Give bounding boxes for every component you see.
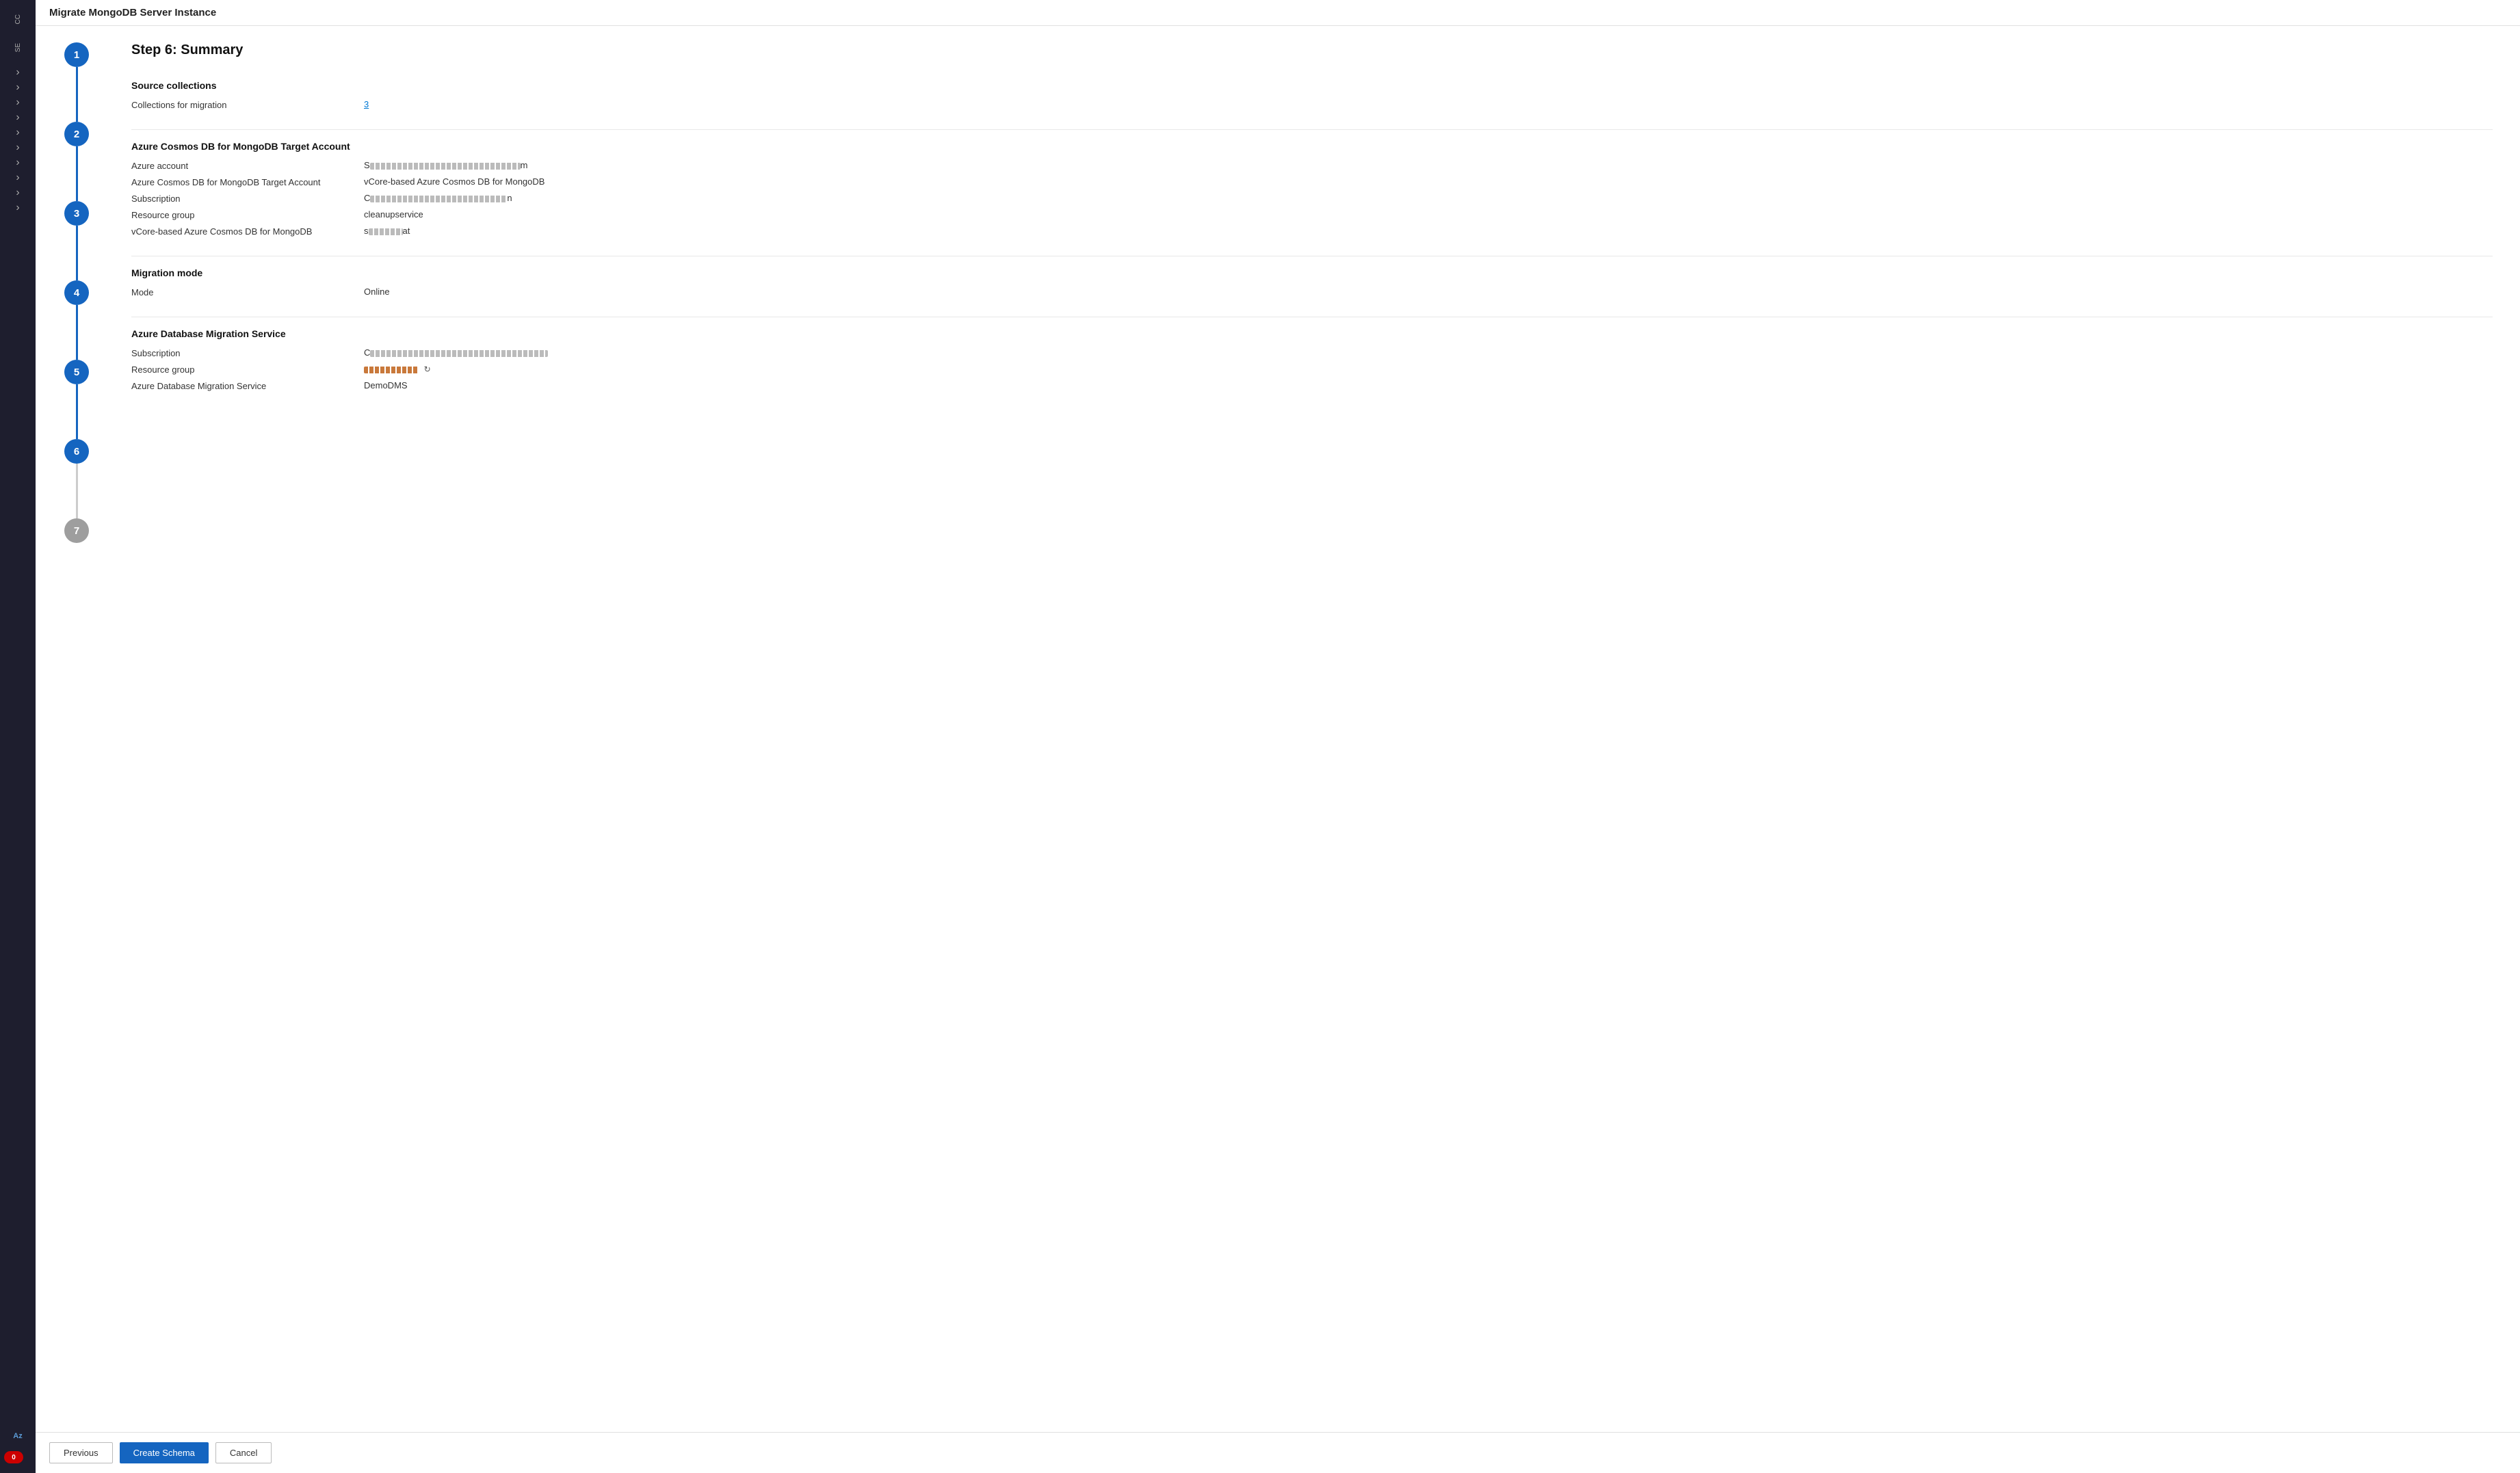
expand-arrow-10[interactable]: › (4, 201, 31, 215)
step-3: 3 (64, 201, 89, 280)
sidebar-icon-cc[interactable]: CC (4, 5, 31, 33)
dms-service-value: DemoDMS (364, 380, 408, 390)
dms-service-row: Azure Database Migration Service DemoDMS (131, 380, 2493, 391)
dms-service-label: Azure Database Migration Service (131, 380, 364, 391)
migration-mode-section: Migration mode Mode Online (131, 267, 2493, 297)
action-bar: Previous Create Schema Cancel (36, 1432, 2520, 1473)
cancel-button[interactable]: Cancel (215, 1442, 272, 1463)
cosmos-target-account-row: Azure Cosmos DB for MongoDB Target Accou… (131, 176, 2493, 187)
stepper: 1 2 3 4 (36, 42, 118, 1416)
source-collections-heading: Source collections (131, 80, 2493, 91)
dms-resource-group-value: ↻ (364, 364, 431, 374)
step-circle-1: 1 (64, 42, 89, 67)
resource-group-label: Resource group (131, 209, 364, 220)
expand-arrow-6[interactable]: › (4, 141, 31, 155)
step-circle-7: 7 (64, 518, 89, 543)
step-line-6-7 (76, 464, 78, 518)
app-container: CC SE › › › › › › › › › › Az 0 Migrate M… (0, 0, 2520, 1473)
dms-subscription-row: Subscription C (131, 347, 2493, 358)
expand-arrow-2[interactable]: › (4, 81, 31, 94)
mode-row: Mode Online (131, 287, 2493, 297)
step-circle-6: 6 (64, 439, 89, 464)
azure-account-label: Azure account (131, 160, 364, 171)
cosmos-target-account-label: Azure Cosmos DB for MongoDB Target Accou… (131, 176, 364, 187)
azure-dms-section: Azure Database Migration Service Subscri… (131, 328, 2493, 391)
step-7: 7 (64, 518, 89, 543)
sidebar-icon-se[interactable]: SE (4, 34, 31, 62)
step-line-3-4 (76, 226, 78, 280)
step-circle-5: 5 (64, 360, 89, 384)
expand-arrow-3[interactable]: › (4, 96, 31, 109)
cosmos-target-account-value: vCore-based Azure Cosmos DB for MongoDB (364, 176, 544, 187)
subscription-row: Subscription Cn (131, 193, 2493, 204)
dms-subscription-value: C (364, 347, 548, 358)
step-line-5-6 (76, 384, 78, 439)
azure-dms-heading: Azure Database Migration Service (131, 328, 2493, 339)
step-line-2-3 (76, 146, 78, 201)
step-circle-4: 4 (64, 280, 89, 305)
dms-resource-group-row: Resource group ↻ (131, 364, 2493, 375)
expand-arrow-4[interactable]: › (4, 111, 31, 124)
collections-for-migration-row: Collections for migration 3 (131, 99, 2493, 110)
vcore-cosmos-label: vCore-based Azure Cosmos DB for MongoDB (131, 226, 364, 237)
expand-arrow-5[interactable]: › (4, 126, 31, 140)
mode-label: Mode (131, 287, 364, 297)
resource-group-row: Resource group cleanupservice (131, 209, 2493, 220)
step-circle-3: 3 (64, 201, 89, 226)
main-area: Migrate MongoDB Server Instance 1 2 3 (36, 0, 2520, 1473)
step-1: 1 (64, 42, 89, 122)
step-circle-2: 2 (64, 122, 89, 146)
divider-1 (131, 129, 2493, 130)
vcore-cosmos-row: vCore-based Azure Cosmos DB for MongoDB … (131, 226, 2493, 237)
expand-arrow-8[interactable]: › (4, 171, 31, 185)
azure-cosmos-heading: Azure Cosmos DB for MongoDB Target Accou… (131, 141, 2493, 152)
mode-value: Online (364, 287, 390, 297)
step-line-1-2 (76, 67, 78, 122)
collections-label: Collections for migration (131, 99, 364, 110)
app-sidebar: CC SE › › › › › › › › › › Az 0 (0, 0, 36, 1473)
content-wrapper: 1 2 3 4 (36, 26, 2520, 1432)
step-5: 5 (64, 360, 89, 439)
step-2: 2 (64, 122, 89, 201)
expand-arrow-1[interactable]: › (4, 66, 31, 79)
migration-mode-heading: Migration mode (131, 267, 2493, 278)
collections-value[interactable]: 3 (364, 99, 369, 109)
step-line-4-5 (76, 305, 78, 360)
step-4: 4 (64, 280, 89, 360)
vcore-cosmos-value: sat (364, 226, 410, 236)
source-collections-section: Source collections Collections for migra… (131, 80, 2493, 110)
dms-subscription-label: Subscription (131, 347, 364, 358)
form-panel: Step 6: Summary Source collections Colle… (118, 42, 2520, 1416)
azure-account-value: Sm (364, 160, 528, 170)
create-schema-button[interactable]: Create Schema (120, 1442, 209, 1463)
resource-group-value: cleanupservice (364, 209, 423, 220)
subscription-value: Cn (364, 193, 512, 203)
azure-cosmos-section: Azure Cosmos DB for MongoDB Target Accou… (131, 141, 2493, 237)
title-bar: Migrate MongoDB Server Instance (36, 0, 2520, 26)
dms-resource-group-label: Resource group (131, 364, 364, 375)
expand-arrow-9[interactable]: › (4, 186, 31, 200)
sidebar-az-icon[interactable]: Az (4, 1422, 31, 1450)
sidebar-badge: 0 (4, 1451, 23, 1463)
subscription-label: Subscription (131, 193, 364, 204)
page-title: Step 6: Summary (131, 42, 2493, 58)
expand-arrow-7[interactable]: › (4, 156, 31, 170)
azure-account-row: Azure account Sm (131, 160, 2493, 171)
previous-button[interactable]: Previous (49, 1442, 113, 1463)
step-6: 6 (64, 439, 89, 518)
window-title: Migrate MongoDB Server Instance (49, 7, 216, 18)
